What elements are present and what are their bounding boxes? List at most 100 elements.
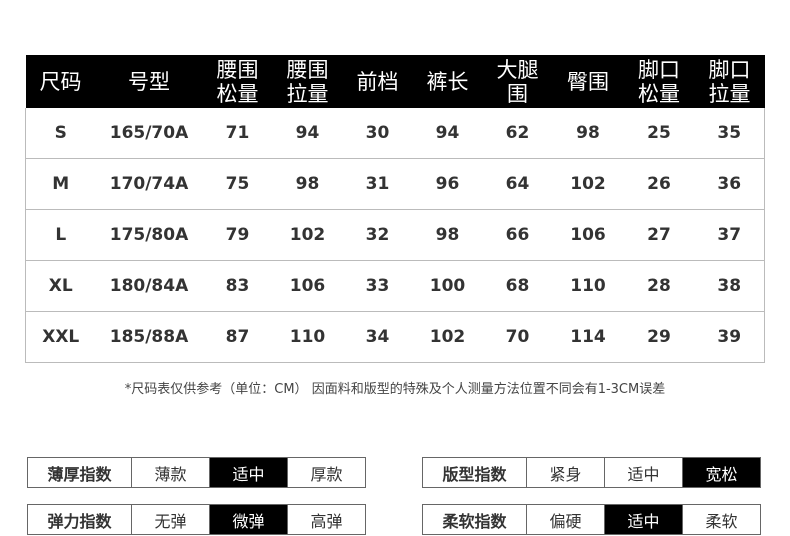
measure-cell: 175/80A [95, 209, 203, 261]
index-option: 柔软 [682, 504, 761, 535]
column-header-line: 松量 [638, 81, 680, 106]
measure-cell: 26 [623, 158, 695, 210]
elasticity-index: 弹力指数 无弹 微弹 高弹 [27, 504, 366, 535]
measure-cell: 71 [202, 108, 273, 159]
index-option-selected: 宽松 [682, 457, 761, 488]
column-header: 号型 [96, 55, 203, 108]
measure-cell: 114 [552, 311, 624, 363]
size-note: *尺码表仅供参考（单位：CM） 因面料和版型的特殊及个人测量方法位置不同会有1-… [124, 382, 666, 397]
column-header: 尺码 [26, 55, 96, 108]
measure-cell: 94 [412, 108, 483, 159]
index-option-selected: 适中 [209, 457, 288, 488]
measure-cell: 70 [482, 311, 553, 363]
column-header: 裤长 [413, 55, 483, 108]
column-header: 脚口 松量 [624, 55, 695, 108]
measure-cell: 66 [482, 209, 553, 261]
measure-cell: 102 [272, 209, 343, 261]
index-option: 偏硬 [526, 504, 605, 535]
index-option: 薄款 [131, 457, 210, 488]
measure-cell: 75 [202, 158, 273, 210]
measure-cell: 165/70A [95, 108, 203, 159]
measure-cell: 102 [552, 158, 624, 210]
index-label: 柔软指数 [422, 504, 527, 535]
table-row: L 175/80A 79 102 32 98 66 106 27 37 [25, 209, 765, 261]
index-option: 厚款 [287, 457, 366, 488]
size-table-body: S 165/70A 71 94 30 94 62 98 25 35 M 170/74A 75 98 31 96… [25, 108, 765, 363]
column-header-line: 拉量 [708, 81, 751, 106]
column-header-line: 脚口 [708, 57, 751, 82]
index-option: 紧身 [526, 457, 605, 488]
column-header-line: 腰围 [216, 57, 259, 82]
table-row: XXL 185/88A 87 110 34 102 70 114 29 39 [25, 311, 765, 363]
measure-cell: 39 [694, 311, 765, 363]
size-chart-table: 尺码 号型 腰围 松量 腰围 拉量 前档 裤长 大腿围臀围 脚口 松量 脚口 拉量 S 165/70A 71… [25, 55, 765, 363]
measure-cell: 28 [623, 260, 695, 312]
index-option: 适中 [604, 457, 683, 488]
column-header-line: 松量 [216, 81, 259, 106]
measure-cell: 94 [272, 108, 343, 159]
measure-cell: 34 [342, 311, 413, 363]
index-option: 无弹 [131, 504, 210, 535]
measure-cell: 170/74A [95, 158, 203, 210]
column-header-line: 裤长 [426, 69, 469, 94]
measure-cell: 102 [412, 311, 483, 363]
measure-cell: 32 [342, 209, 413, 261]
thickness-index: 薄厚指数 薄款 适中 厚款 [27, 457, 366, 488]
measure-cell: 29 [623, 311, 695, 363]
table-row: S 165/70A 71 94 30 94 62 98 25 35 [25, 108, 765, 159]
column-header-line: 尺码 [39, 69, 82, 94]
measure-cell: 100 [412, 260, 483, 312]
column-header: 大腿围 [483, 55, 553, 108]
column-header: 臀围 [553, 55, 624, 108]
measure-cell: 110 [272, 311, 343, 363]
size-table-header: 尺码 号型 腰围 松量 腰围 拉量 前档 裤长 大腿围臀围 脚口 松量 脚口 拉量 [25, 55, 765, 108]
measure-cell: 68 [482, 260, 553, 312]
measure-cell: 37 [694, 209, 765, 261]
column-header-line: 腰围 [286, 57, 329, 82]
index-label: 弹力指数 [27, 504, 132, 535]
measure-cell: 98 [272, 158, 343, 210]
size-cell: M [25, 158, 96, 210]
measure-cell: 30 [342, 108, 413, 159]
size-cell: XL [25, 260, 96, 312]
column-header: 腰围 松量 [203, 55, 273, 108]
column-header-line: 围 [507, 81, 528, 106]
column-header-line: 号型 [128, 69, 170, 94]
index-option-selected: 微弹 [209, 504, 288, 535]
index-option-selected: 适中 [604, 504, 683, 535]
measure-cell: 98 [552, 108, 624, 159]
measure-cell: 38 [694, 260, 765, 312]
measure-cell: 36 [694, 158, 765, 210]
size-cell: L [25, 209, 96, 261]
measure-cell: 62 [482, 108, 553, 159]
measure-cell: 31 [342, 158, 413, 210]
measure-cell: 185/88A [95, 311, 203, 363]
column-header: 腰围 拉量 [273, 55, 343, 108]
measure-cell: 110 [552, 260, 624, 312]
column-header-line: 脚口 [638, 57, 680, 82]
measure-cell: 27 [623, 209, 695, 261]
measure-cell: 64 [482, 158, 553, 210]
column-header-line: 前档 [356, 69, 399, 94]
measure-cell: 79 [202, 209, 273, 261]
measure-cell: 83 [202, 260, 273, 312]
size-cell: XXL [25, 311, 96, 363]
measure-cell: 180/84A [95, 260, 203, 312]
measure-cell: 25 [623, 108, 695, 159]
measure-cell: 106 [272, 260, 343, 312]
index-label: 版型指数 [422, 457, 527, 488]
column-header: 前档 [343, 55, 413, 108]
table-row: XL 180/84A 83 106 33 100 68 110 28 38 [25, 260, 765, 312]
column-header-line: 臀围 [567, 69, 609, 94]
index-label: 薄厚指数 [27, 457, 132, 488]
measure-cell: 87 [202, 311, 273, 363]
measure-cell: 33 [342, 260, 413, 312]
softness-index: 柔软指数 偏硬 适中 柔软 [422, 504, 761, 535]
table-row: M 170/74A 75 98 31 96 64 102 26 36 [25, 158, 765, 210]
column-header-line: 拉量 [286, 81, 329, 106]
fit-index: 版型指数 紧身 适中 宽松 [422, 457, 761, 488]
measure-cell: 35 [694, 108, 765, 159]
column-header: 脚口 拉量 [695, 55, 765, 108]
measure-cell: 96 [412, 158, 483, 210]
index-option: 高弹 [287, 504, 366, 535]
